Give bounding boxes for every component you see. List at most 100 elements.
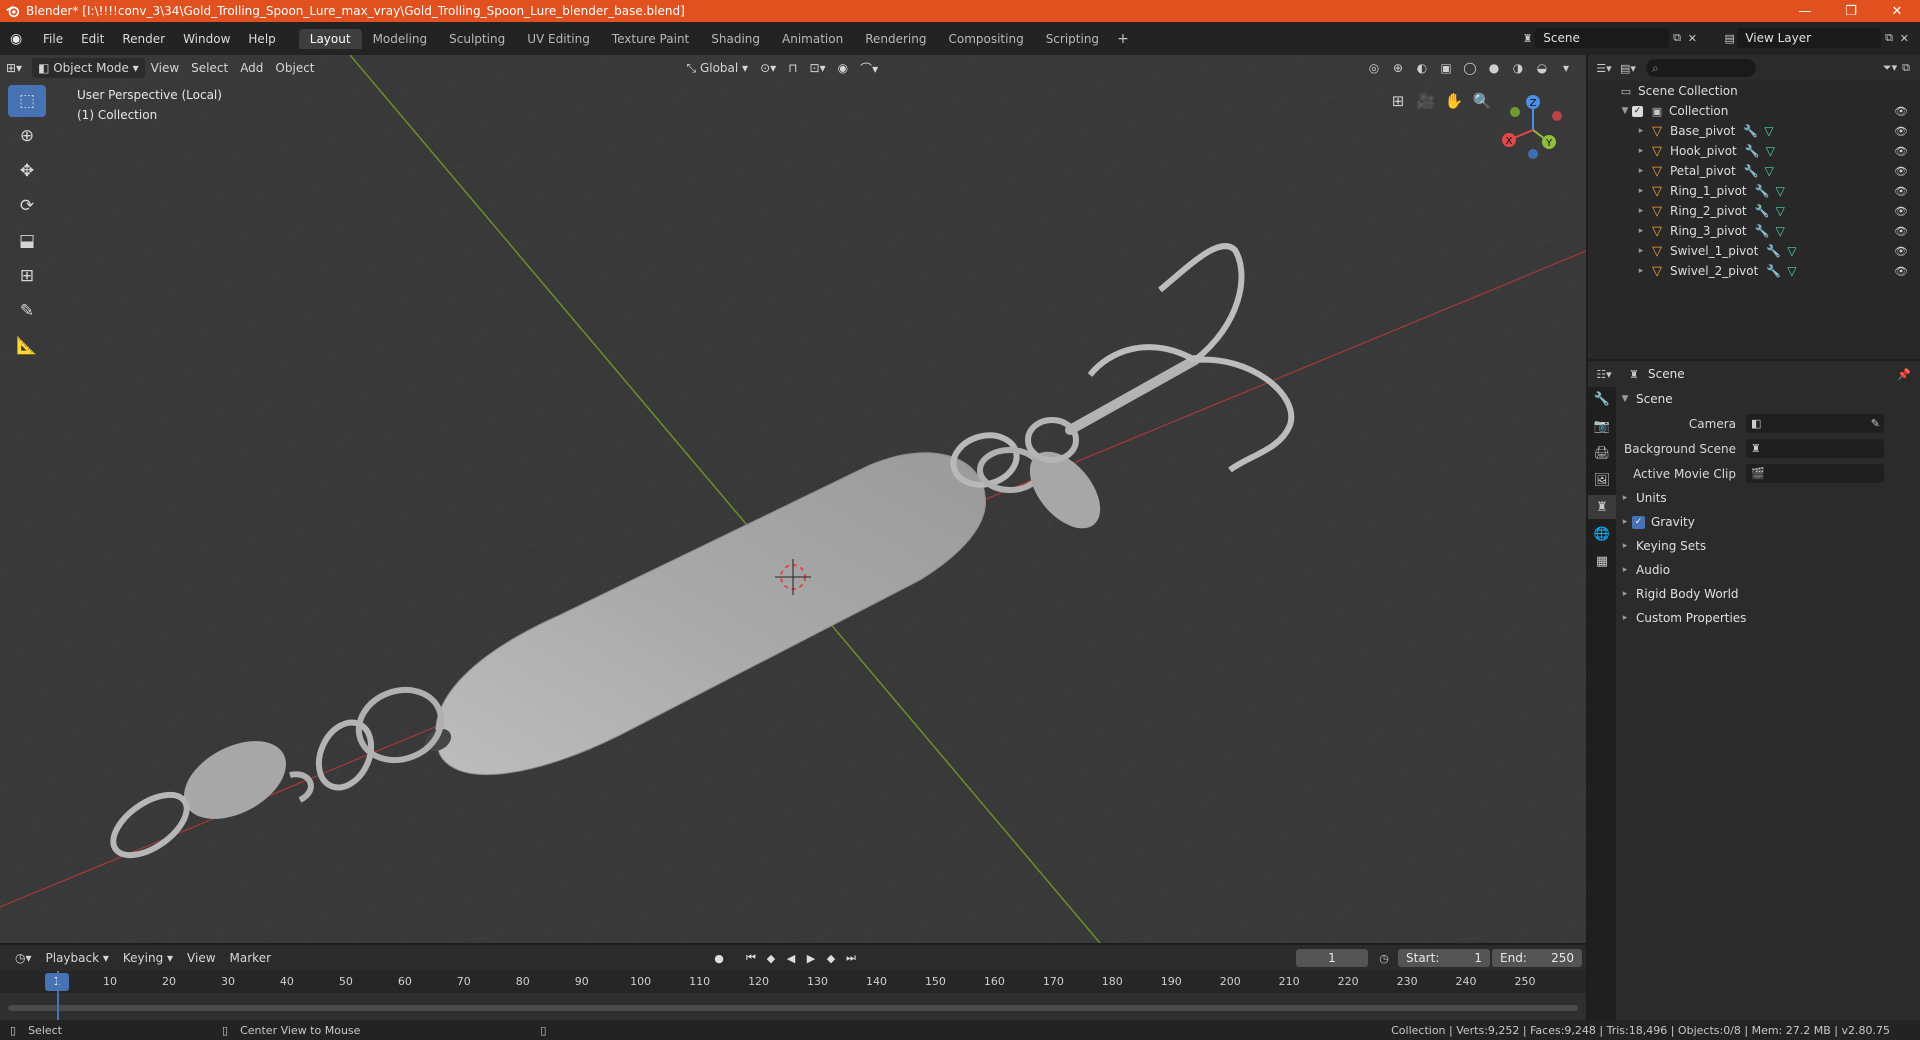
record-icon[interactable]: ● <box>710 949 728 967</box>
modifier-wrench-icon[interactable]: 🔧 <box>1766 264 1781 278</box>
eye-icon[interactable]: 👁 <box>1894 165 1908 178</box>
blender-menu-icon[interactable]: ◉ <box>10 31 28 47</box>
minimize-button[interactable]: — <box>1782 0 1828 22</box>
mesh-data-icon[interactable]: ▽ <box>1776 184 1785 198</box>
timeline-editor-type-icon[interactable]: ◷▾ <box>8 951 39 965</box>
world-tab-icon[interactable]: 🌐 <box>1588 522 1616 546</box>
mesh-data-icon[interactable]: ▽ <box>1764 124 1773 138</box>
start-frame-field[interactable]: Start: 1 <box>1398 949 1490 967</box>
gravity-checkbox[interactable]: ✓ <box>1632 515 1645 529</box>
delete-view-layer-icon[interactable]: ✕ <box>1897 30 1912 46</box>
grid-view-icon[interactable]: ⊞ <box>1384 87 1412 115</box>
tab-rendering[interactable]: Rendering <box>854 29 937 49</box>
eye-icon[interactable]: 👁 <box>1894 265 1908 278</box>
outliner-editor-type-icon[interactable]: ☰▾ <box>1596 60 1612 76</box>
audio-panel-header[interactable]: ▸ Audio <box>1618 558 1918 582</box>
jump-start-icon[interactable]: ⏮ <box>742 949 760 967</box>
tab-layout[interactable]: Layout <box>298 28 362 49</box>
tool-tab-icon[interactable]: 🔧 <box>1588 387 1616 411</box>
view-layer-name-field[interactable]: View Layer <box>1737 28 1882 48</box>
wireframe-shading-icon[interactable]: ◯ <box>1460 58 1480 78</box>
view-layer-selector[interactable]: ▤ View Layer ⧉ ✕ <box>1722 27 1912 49</box>
render-tab-icon[interactable]: 📷 <box>1588 414 1616 438</box>
eye-icon[interactable]: 👁 <box>1894 105 1908 118</box>
expand-arrow-icon[interactable]: ▸ <box>1618 541 1632 551</box>
mesh-data-icon[interactable]: ▽ <box>1787 244 1796 258</box>
mesh-data-icon[interactable]: ▽ <box>1787 264 1796 278</box>
keying-sets-panel-header[interactable]: ▸ Keying Sets <box>1618 534 1918 558</box>
expand-arrow-icon[interactable]: ▸ <box>1634 186 1648 196</box>
scale-tool-icon[interactable]: ⬓ <box>8 225 46 257</box>
timeline-track[interactable] <box>0 993 1586 1020</box>
scene-name-field[interactable]: Scene <box>1535 28 1670 48</box>
xray-icon[interactable]: ▣ <box>1436 58 1456 78</box>
view-layer-tab-icon[interactable]: 🖼 <box>1588 468 1616 492</box>
timeline-view-menu[interactable]: View <box>180 951 222 965</box>
preview-range-icon[interactable]: ◷ <box>1376 950 1392 966</box>
menu-edit[interactable]: Edit <box>72 32 113 46</box>
close-button[interactable]: ✕ <box>1874 0 1920 22</box>
outliner-search-input[interactable]: ⌕ <box>1646 59 1756 77</box>
modifier-wrench-icon[interactable]: 🔧 <box>1755 204 1770 218</box>
rotate-tool-icon[interactable]: ⟳ <box>8 190 46 222</box>
tab-uv-editing[interactable]: UV Editing <box>516 29 601 49</box>
units-panel-header[interactable]: ▸ Units <box>1618 486 1918 510</box>
eye-icon[interactable]: 👁 <box>1894 245 1908 258</box>
gravity-panel-header[interactable]: ▸ ✓ Gravity <box>1618 510 1918 534</box>
expand-arrow-icon[interactable]: ▸ <box>1618 517 1632 527</box>
outliner-collection[interactable]: ▼ ✓ ▣ Collection 👁 <box>1588 101 1920 121</box>
tab-sculpting[interactable]: Sculpting <box>438 29 516 49</box>
solid-shading-icon[interactable]: ● <box>1484 58 1504 78</box>
eye-icon[interactable]: 👁 <box>1894 125 1908 138</box>
current-frame-field[interactable]: 1 <box>1296 949 1368 967</box>
output-tab-icon[interactable]: 🖨 <box>1588 441 1616 465</box>
outliner-item-hook-pivot[interactable]: ▸ ▽ Hook_pivot 🔧 ▽ 👁 <box>1588 141 1920 161</box>
playhead[interactable] <box>57 971 59 1020</box>
3d-viewport[interactable]: ⊞▾ ◧ Object Mode ▾ View Select Add Objec… <box>0 55 1586 943</box>
end-frame-field[interactable]: End: 250 <box>1492 949 1582 967</box>
outliner-item-swivel-2-pivot[interactable]: ▸ ▽ Swivel_2_pivot 🔧 ▽ 👁 <box>1588 261 1920 281</box>
filter-icon[interactable]: ⏷▾ <box>1882 60 1898 76</box>
outliner-item-ring-2-pivot[interactable]: ▸ ▽ Ring_2_pivot 🔧 ▽ 👁 <box>1588 201 1920 221</box>
gizmo-toggle-icon[interactable]: ⊕ <box>1388 58 1408 78</box>
expand-arrow-icon[interactable]: ▸ <box>1618 613 1632 623</box>
outliner-scene-collection[interactable]: ▭ Scene Collection <box>1588 81 1920 101</box>
play-reverse-icon[interactable]: ◀ <box>782 949 800 967</box>
shading-options-icon[interactable]: ▾ <box>1556 58 1576 78</box>
expand-arrow-icon[interactable]: ▸ <box>1618 493 1632 503</box>
transform-tool-icon[interactable]: ⊞ <box>8 260 46 292</box>
add-workspace-button[interactable]: + <box>1110 31 1136 47</box>
display-mode-icon[interactable]: ▤▾ <box>1620 60 1636 76</box>
expand-arrow-icon[interactable]: ▸ <box>1634 206 1648 216</box>
move-tool-icon[interactable]: ✥ <box>8 155 46 187</box>
movie-clip-field[interactable]: 🎬 <box>1746 464 1884 483</box>
expand-arrow-icon[interactable]: ▸ <box>1634 246 1648 256</box>
menu-render[interactable]: Render <box>113 32 174 46</box>
expand-arrow-icon[interactable]: ▸ <box>1634 146 1648 156</box>
tab-shading[interactable]: Shading <box>700 29 771 49</box>
modifier-wrench-icon[interactable]: 🔧 <box>1745 144 1760 158</box>
properties-editor-type-icon[interactable]: ☷▾ <box>1596 366 1612 382</box>
outliner-item-base-pivot[interactable]: ▸ ▽ Base_pivot 🔧 ▽ 👁 <box>1588 121 1920 141</box>
object-menu[interactable]: Object <box>269 58 320 78</box>
modifier-wrench-icon[interactable]: 🔧 <box>1766 244 1781 258</box>
keying-menu[interactable]: Keying ▾ <box>116 951 180 965</box>
expand-arrow-icon[interactable]: ▼ <box>1618 106 1632 116</box>
expand-arrow-icon[interactable]: ▼ <box>1618 394 1632 404</box>
scene-panel-header[interactable]: ▼ Scene <box>1618 387 1918 411</box>
new-collection-icon[interactable]: ⧉ <box>1898 60 1914 76</box>
menu-help[interactable]: Help <box>239 32 284 46</box>
annotate-tool-icon[interactable]: ✎ <box>8 295 46 327</box>
navigation-gizmo[interactable]: Z Y X <box>1495 92 1571 168</box>
mesh-data-icon[interactable]: ▽ <box>1765 164 1774 178</box>
modifier-wrench-icon[interactable]: 🔧 <box>1743 124 1758 138</box>
expand-arrow-icon[interactable]: ▸ <box>1618 565 1632 575</box>
measure-tool-icon[interactable]: 📐 <box>8 330 46 362</box>
collection-checkbox[interactable]: ✓ <box>1632 105 1643 117</box>
scene-render[interactable] <box>0 55 1586 943</box>
mesh-data-icon[interactable]: ▽ <box>1776 224 1785 238</box>
marker-menu[interactable]: Marker <box>223 951 278 965</box>
outliner-item-petal-pivot[interactable]: ▸ ▽ Petal_pivot 🔧 ▽ 👁 <box>1588 161 1920 181</box>
pin-icon[interactable]: 📌 <box>1896 366 1912 382</box>
restore-button[interactable]: ❐ <box>1828 0 1874 22</box>
